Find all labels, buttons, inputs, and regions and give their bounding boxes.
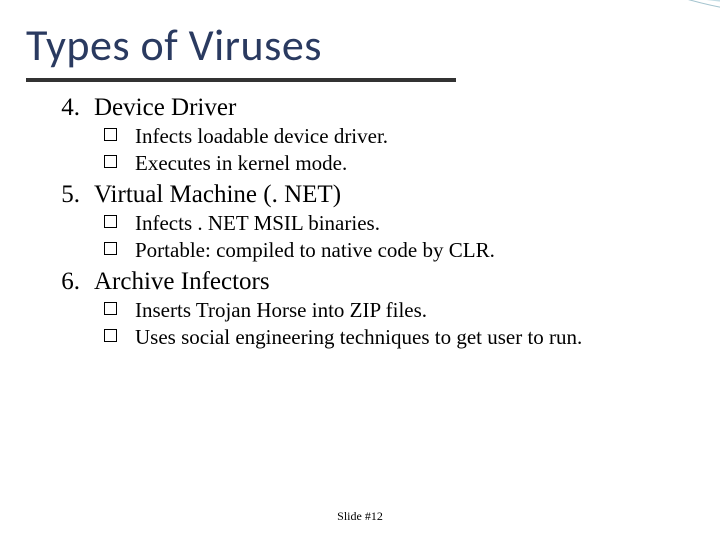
item-number: 4. [52, 92, 80, 123]
list-item: 4. Device Driver Infects loadable device… [52, 92, 700, 177]
sub-text: Infects . NET MSIL binaries. [135, 210, 380, 237]
sub-text: Uses social engineering techniques to ge… [135, 324, 582, 351]
slide-title: Types of Viruses [26, 18, 322, 72]
sub-item: Inserts Trojan Horse into ZIP files. [104, 297, 700, 324]
bullet-box-icon [104, 242, 117, 255]
slide-footer: Slide #12 [0, 509, 720, 524]
item-number: 6. [52, 266, 80, 297]
sub-text: Infects loadable device driver. [135, 123, 388, 150]
bullet-box-icon [104, 215, 117, 228]
bullet-box-icon [104, 128, 117, 141]
sub-item: Infects loadable device driver. [104, 123, 700, 150]
sub-text: Executes in kernel mode. [135, 150, 347, 177]
item-number: 5. [52, 179, 80, 210]
item-label: Virtual Machine (. NET) [94, 179, 341, 210]
bullet-box-icon [104, 155, 117, 168]
list-item: 5. Virtual Machine (. NET) Infects . NET… [52, 179, 700, 264]
sub-text: Portable: compiled to native code by CLR… [135, 237, 495, 264]
bullet-box-icon [104, 329, 117, 342]
item-label: Device Driver [94, 92, 236, 123]
list-item: 6. Archive Infectors Inserts Trojan Hors… [52, 266, 700, 351]
sub-item: Infects . NET MSIL binaries. [104, 210, 700, 237]
sub-text: Inserts Trojan Horse into ZIP files. [135, 297, 427, 324]
title-underline [26, 78, 456, 82]
content-area: 4. Device Driver Infects loadable device… [52, 92, 700, 353]
sub-item: Executes in kernel mode. [104, 150, 700, 177]
sub-item: Uses social engineering techniques to ge… [104, 324, 700, 351]
item-label: Archive Infectors [94, 266, 270, 297]
sub-item: Portable: compiled to native code by CLR… [104, 237, 700, 264]
bullet-box-icon [104, 302, 117, 315]
